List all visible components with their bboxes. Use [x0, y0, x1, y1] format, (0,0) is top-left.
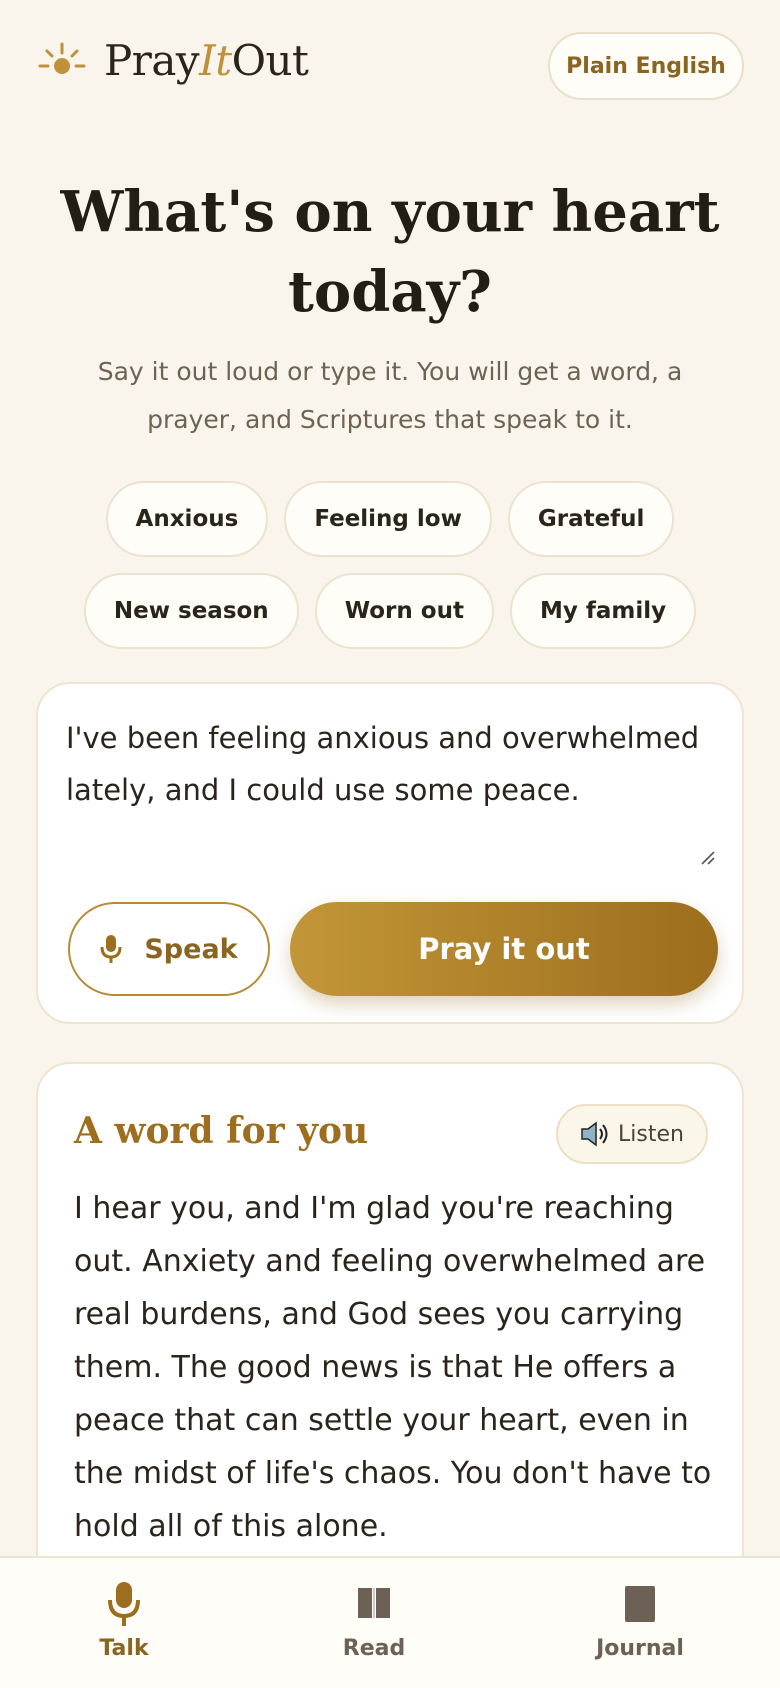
microphone-icon	[108, 1582, 140, 1626]
chip-worn-out[interactable]: Worn out	[314, 573, 494, 649]
chip-row: New season Worn out My family	[0, 573, 780, 649]
app-logo[interactable]: PrayItOut	[104, 36, 309, 85]
listen-label: Listen	[618, 1121, 684, 1147]
chip-anxious[interactable]: Anxious	[105, 481, 269, 557]
speak-label: Speak	[144, 933, 238, 965]
nav-item-read[interactable]: Read	[304, 1580, 444, 1661]
pray-it-out-button[interactable]: Pray it out	[290, 902, 718, 996]
logo-prefix: Pray	[104, 36, 200, 85]
resize-grip-icon[interactable]	[698, 848, 716, 866]
speaker-icon	[581, 1121, 608, 1147]
book-icon	[358, 1588, 390, 1618]
logo-suffix: Out	[231, 36, 309, 85]
chip-feeling-low[interactable]: Feeling low	[284, 481, 492, 557]
nav-item-talk[interactable]: Talk	[54, 1580, 194, 1661]
listen-button[interactable]: Listen	[556, 1104, 708, 1164]
nav-item-journal[interactable]: Journal	[570, 1580, 710, 1661]
chip-new-season[interactable]: New season	[83, 573, 299, 649]
nav-label-journal: Journal	[596, 1636, 684, 1661]
app-header: PrayItOut Plain English	[0, 0, 780, 130]
microphone-icon	[100, 935, 122, 963]
prayer-input-card: I've been feeling anxious and overwhelme…	[36, 682, 744, 1024]
speak-button[interactable]: Speak	[68, 902, 270, 996]
bottom-nav: Talk Read Journal	[0, 1556, 780, 1688]
page-title: What's on your heart today?	[60, 179, 720, 325]
card-title: A word for you	[74, 1110, 369, 1152]
nav-label-read: Read	[342, 1636, 406, 1661]
page-subtitle: Say it out loud or type it. You will get…	[97, 357, 683, 434]
language-toggle-button[interactable]: Plain English	[548, 32, 744, 100]
journal-icon	[625, 1586, 655, 1622]
prayer-textarea[interactable]: I've been feeling anxious and overwhelme…	[66, 712, 716, 816]
nav-label-talk: Talk	[99, 1636, 149, 1661]
mood-chips: Anxious Feeling low Grateful New season …	[0, 481, 780, 665]
sun-icon	[38, 42, 86, 74]
chip-my-family[interactable]: My family	[509, 573, 697, 649]
chip-grateful[interactable]: Grateful	[507, 481, 675, 557]
chip-row: Anxious Feeling low Grateful	[0, 481, 780, 557]
word-body-text: I hear you, and I'm glad you're reaching…	[74, 1191, 712, 1544]
logo-italic: It	[199, 36, 232, 85]
